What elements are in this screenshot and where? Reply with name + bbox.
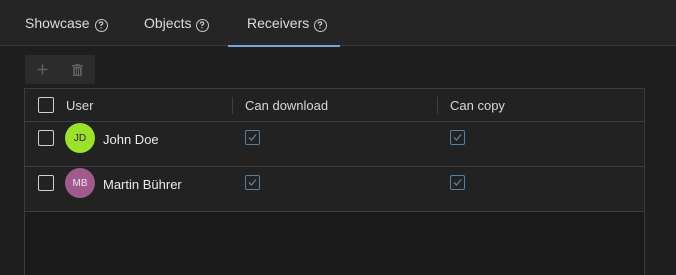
avatar: MB [65, 168, 95, 198]
checkmark-icon [453, 179, 462, 186]
table-row[interactable]: JD John Doe [25, 122, 644, 167]
tab-objects[interactable]: Objects [144, 0, 210, 46]
tab-objects-label: Objects [144, 15, 192, 31]
trash-icon [72, 63, 83, 76]
can-download-checkbox[interactable] [245, 130, 260, 145]
tab-receivers[interactable]: Receivers [228, 0, 340, 47]
column-header-can-download[interactable]: Can download [245, 89, 328, 122]
toolbar [25, 55, 95, 84]
plus-icon [37, 64, 48, 75]
checkmark-icon [453, 134, 462, 141]
checkmark-icon [248, 179, 257, 186]
help-icon[interactable] [94, 18, 108, 32]
can-download-checkbox[interactable] [245, 175, 260, 190]
tab-showcase[interactable]: Showcase [25, 0, 108, 46]
tab-bar: Showcase Objects Receivers [0, 0, 676, 47]
delete-button[interactable] [60, 55, 95, 84]
row-select-checkbox[interactable] [38, 175, 54, 191]
column-header-can-copy[interactable]: Can copy [450, 89, 505, 122]
help-icon[interactable] [196, 18, 210, 32]
tab-receivers-label: Receivers [247, 15, 310, 31]
user-name: Martin Bührer [103, 177, 182, 192]
help-icon[interactable] [314, 18, 328, 32]
add-button[interactable] [25, 55, 60, 84]
column-header-user[interactable]: User [66, 89, 93, 122]
tab-showcase-label: Showcase [25, 15, 90, 31]
can-copy-checkbox[interactable] [450, 175, 465, 190]
avatar: JD [65, 123, 95, 153]
column-divider[interactable] [232, 97, 233, 114]
table-header: User Can download Can copy [25, 89, 644, 122]
checkmark-icon [248, 134, 257, 141]
column-divider[interactable] [437, 97, 438, 114]
active-tab-indicator [228, 45, 340, 47]
row-select-checkbox[interactable] [38, 130, 54, 146]
user-name: John Doe [103, 132, 159, 147]
can-copy-checkbox[interactable] [450, 130, 465, 145]
select-all-checkbox[interactable] [38, 97, 54, 113]
receivers-table: User Can download Can copy JD John Doe M… [24, 88, 645, 275]
table-row[interactable]: MB Martin Bührer [25, 167, 644, 212]
